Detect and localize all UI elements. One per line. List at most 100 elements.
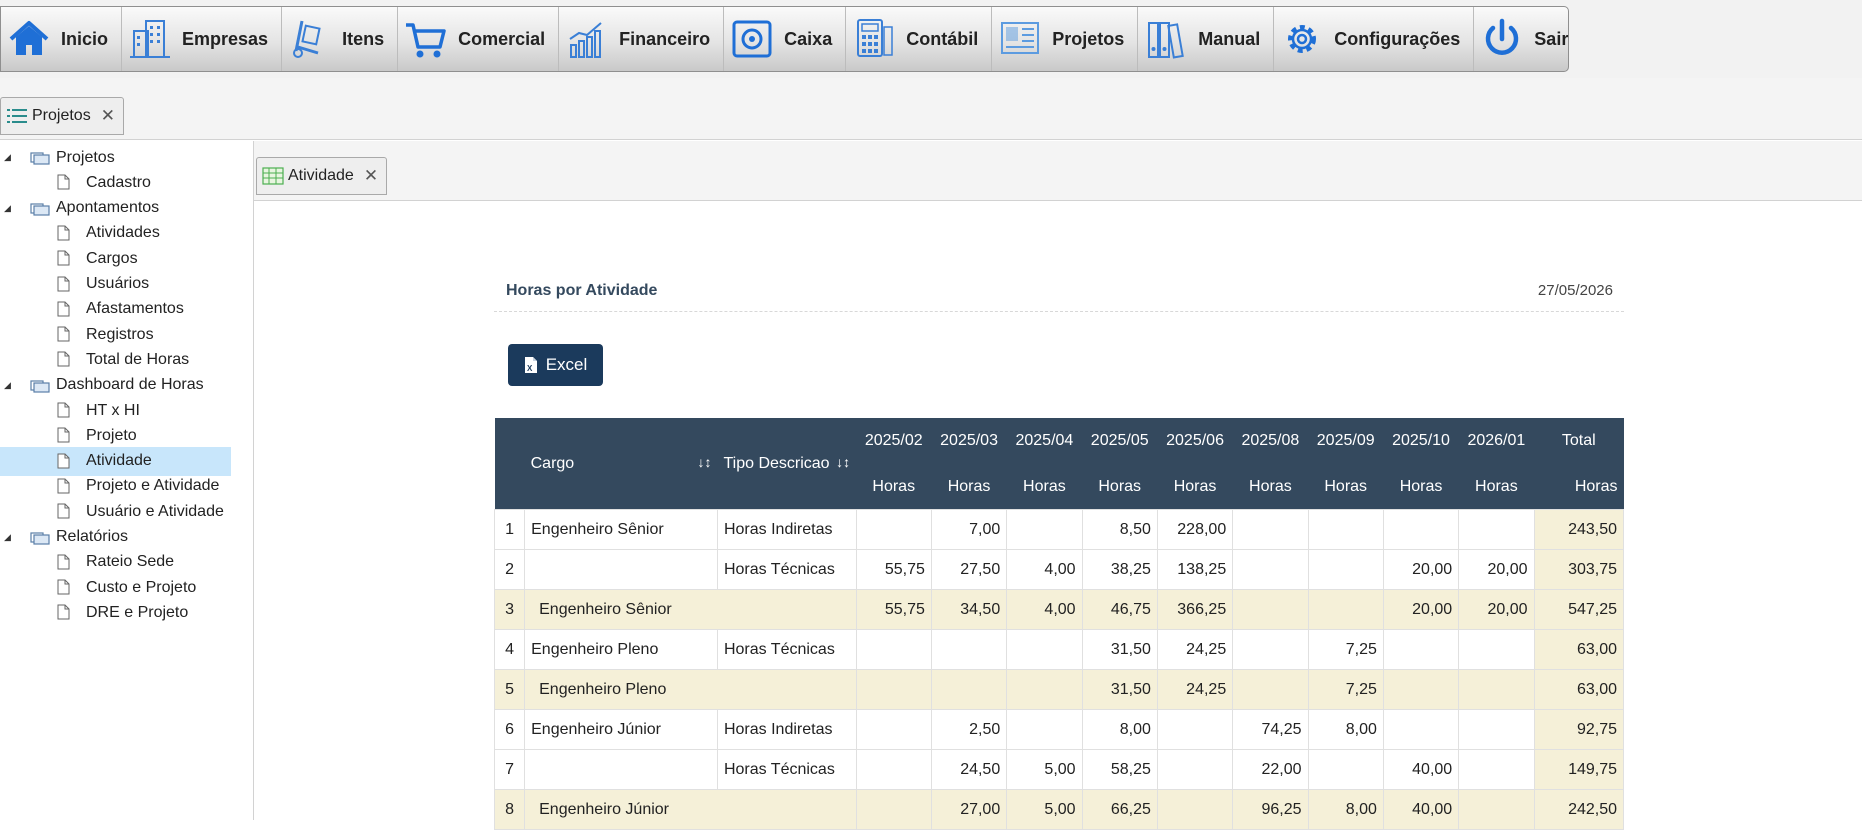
tree-folder-label: Apontamentos (56, 199, 160, 217)
table-row[interactable]: 1 Engenheiro Sênior Horas Indiretas 7,00 8,5… (493, 509, 1625, 550)
column-subheader-horas: Horas (1383, 464, 1459, 510)
hand-truck-icon (293, 20, 321, 58)
tree-item-label: Registros (86, 325, 154, 343)
menu-item-projetos[interactable]: Projetos (992, 7, 1139, 71)
column-subheader-horas: Horas (931, 464, 1007, 510)
tab-atividade[interactable]: Atividade ✕ (256, 157, 388, 195)
total-cell: 242,50 (1533, 789, 1625, 830)
column-header-cargo[interactable]: Cargo ↓↕ (524, 418, 718, 510)
hours-cell: 38,25 (1081, 549, 1158, 590)
hours-cell: 7,25 (1307, 629, 1384, 670)
column-header-tipo[interactable]: Tipo Descricao ↓↕ (717, 418, 857, 510)
table-row[interactable]: 6 Engenheiro Júnior Horas Indiretas 2,50 8,0… (493, 709, 1625, 750)
subtotal-row[interactable]: 5 Engenheiro Pleno 31,50 24,25 7,25 63,00 (493, 669, 1625, 710)
menu-item-manual[interactable]: Manual (1138, 7, 1275, 71)
row-number: 4 (493, 629, 526, 670)
sort-icon[interactable]: ↓↕ (836, 454, 850, 470)
report-title: Horas por Atividade (506, 282, 658, 299)
hours-cell (855, 749, 932, 790)
hours-cell: 5,00 (1006, 749, 1083, 790)
hours-cell (1006, 709, 1083, 750)
tab-projetos[interactable]: Projetos ✕ (0, 97, 124, 135)
power-icon (1486, 18, 1519, 55)
column-header-month[interactable]: 2025/05 (1082, 418, 1158, 464)
menu-item-financeiro[interactable]: Financeiro (559, 7, 725, 71)
menu-item-empresas[interactable]: Empresas (122, 7, 283, 71)
tipo-cell: Horas Indiretas (716, 509, 857, 550)
hours-table-container: Cargo ↓↕ Tipo Descricao ↓↕ 2025/02 2025/03 202… (493, 418, 1625, 830)
expand-arrow-icon[interactable]: ◢ (4, 532, 11, 543)
menu-item-inicio[interactable]: Inicio (1, 7, 123, 71)
menu-item-configuracoes[interactable]: Configurações (1274, 7, 1475, 71)
hours-cell: 46,75 (1081, 589, 1158, 630)
menu-item-sair[interactable]: Sair (1474, 7, 1581, 71)
tree-item-label: Usuários (86, 275, 150, 292)
report-date: 27/05/2026 (1537, 282, 1613, 299)
hours-cell (1382, 629, 1460, 670)
table-row[interactable]: 7 Horas Técnicas 24,50 5,00 58,25 22,00 40,00 1… (493, 749, 1625, 790)
hours-cell: 20,00 (1382, 589, 1460, 630)
column-header-month[interactable]: 2025/10 (1383, 418, 1459, 464)
binders-icon (1148, 22, 1185, 59)
hours-cell (855, 669, 932, 710)
hours-cell (1006, 629, 1083, 670)
tree-item-label: HT x HI (86, 401, 140, 419)
hours-cell (1458, 749, 1535, 790)
hours-cell (1156, 709, 1234, 750)
hours-cell: 8,00 (1081, 709, 1158, 750)
menu-item-label: Itens (342, 28, 385, 49)
hours-cell: 366,25 (1156, 589, 1234, 630)
column-header-month[interactable]: 2025/02 (856, 418, 932, 464)
column-header-month[interactable]: 2025/03 (931, 418, 1007, 464)
menu-item-caixa[interactable]: Caixa (724, 7, 847, 71)
document-icon (57, 478, 70, 494)
tree-item[interactable]: DRE e Projeto (0, 598, 231, 627)
cargo-cell: Engenheiro Júnior (524, 789, 857, 830)
document-icon (57, 427, 70, 443)
close-icon[interactable]: ✕ (364, 166, 378, 186)
sidebar-tree: ◢ Projetos Cadastro ◢ Apontamentos Atividades… (0, 141, 254, 820)
folder-icon (30, 152, 50, 165)
tree-folder-label: Projetos (56, 148, 115, 166)
column-subheader-horas: Horas (1082, 464, 1158, 510)
document-icon (57, 326, 70, 342)
subtotal-row[interactable]: 3 Engenheiro Sênior 55,75 34,50 4,00 46,75 366… (493, 589, 1625, 630)
close-icon[interactable]: ✕ (101, 106, 115, 126)
menu-item-comercial[interactable]: Comercial (398, 7, 560, 71)
menu-item-contabil[interactable]: Contábil (846, 7, 993, 71)
column-header-month[interactable]: 2025/08 (1232, 418, 1309, 464)
column-header-month[interactable]: 2025/04 (1006, 418, 1083, 464)
hours-cell (930, 629, 1008, 670)
excel-export-button[interactable]: X Excel (508, 344, 603, 386)
menu-item-label: Sair (1534, 28, 1569, 49)
column-header-month[interactable]: 2025/09 (1308, 418, 1384, 464)
expand-arrow-icon[interactable]: ◢ (4, 380, 11, 391)
expand-arrow-icon[interactable]: ◢ (4, 152, 11, 163)
column-header-total[interactable]: Total (1534, 418, 1624, 464)
excel-button-label: Excel (545, 355, 588, 374)
hours-cell: 31,50 (1081, 669, 1158, 710)
tree-item-label: Projeto e Atividade (86, 477, 220, 495)
hours-cell: 58,25 (1081, 749, 1158, 790)
table-row[interactable]: 4 Engenheiro Pleno Horas Técnicas 31,50 24,2… (493, 629, 1625, 670)
column-header-month[interactable]: 2025/06 (1157, 418, 1233, 464)
svg-text:X: X (527, 364, 533, 373)
column-header-month[interactable]: 2026/01 (1458, 418, 1535, 464)
document-icon (57, 250, 70, 266)
expand-arrow-icon[interactable]: ◢ (4, 203, 11, 214)
subtotal-row[interactable]: 8 Engenheiro Júnior 27,00 5,00 66,25 96,25 8,0… (493, 789, 1625, 830)
table-row[interactable]: 2 Horas Técnicas 55,75 27,50 4,00 38,25 138,25… (493, 549, 1625, 590)
sort-icon[interactable]: ↓↕ (697, 454, 711, 470)
menu-item-label: Financeiro (619, 28, 711, 49)
hours-cell (1458, 629, 1535, 670)
hours-cell: 40,00 (1382, 749, 1460, 790)
project-board-icon (1001, 22, 1040, 54)
hours-cell (1232, 629, 1309, 670)
hours-cell (1232, 589, 1309, 630)
menu-item-itens[interactable]: Itens (282, 7, 399, 71)
menu-item-label: Configurações (1334, 28, 1461, 49)
tree-folder-label: Relatórios (56, 528, 129, 545)
hours-cell: 24,25 (1156, 669, 1234, 710)
folder-icon (30, 202, 50, 216)
tree-item-label: Rateio Sede (86, 553, 175, 571)
